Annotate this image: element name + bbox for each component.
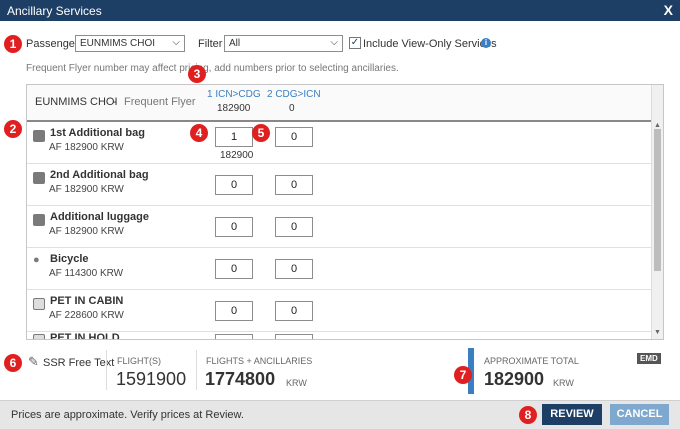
- passenger-select[interactable]: EUNMIMS CHOI ⌵: [75, 35, 185, 52]
- qty-input-segment-2[interactable]: 0: [275, 175, 313, 195]
- scroll-up-icon[interactable]: ▲: [654, 122, 661, 129]
- ancillary-name: 2nd Additional bag: [50, 169, 149, 181]
- ancillary-name: PET IN CABIN: [50, 295, 124, 307]
- segment-route-1[interactable]: 1 ICN>CDG: [207, 89, 261, 100]
- ancillary-row: PET IN HOLD: [27, 332, 651, 340]
- scroll-thumb[interactable]: [654, 129, 661, 271]
- ancillary-price: AF 228600 KRW: [49, 310, 124, 321]
- qty-input-segment-2[interactable]: 0: [275, 259, 313, 279]
- view-only-label: Include View-Only Services: [363, 38, 497, 50]
- approx-total-value: 182900: [484, 369, 545, 389]
- filter-label: Filter: [198, 38, 223, 50]
- cancel-button[interactable]: CANCEL: [610, 404, 669, 425]
- pet-icon: [33, 334, 45, 339]
- ancillary-name: 1st Additional bag: [50, 127, 145, 139]
- footer-bar: Prices are approximate. Verify prices at…: [0, 400, 680, 429]
- callout-badge-1: 1: [4, 35, 22, 53]
- callout-badge-8: 8: [519, 406, 537, 424]
- info-icon[interactable]: i: [481, 38, 491, 48]
- passenger-label: Passenger: [26, 38, 79, 50]
- qty-input-segment-2[interactable]: 0: [275, 127, 313, 147]
- filter-select[interactable]: All ⌵: [224, 35, 343, 52]
- qty-input-segment-1[interactable]: 1: [215, 127, 253, 147]
- ancillary-row: 2nd Additional bag AF 182900 KRW 0 0: [27, 164, 651, 206]
- bag-icon: [33, 214, 45, 226]
- callout-badge-5: 5: [252, 124, 270, 142]
- qty-input-segment-1[interactable]: 0: [215, 217, 253, 237]
- scroll-down-icon[interactable]: ▼: [654, 329, 661, 336]
- divider: [196, 350, 197, 390]
- bicycle-icon: ●: [33, 254, 40, 266]
- filter-select-value: All: [229, 38, 241, 49]
- ancillary-row: 1st Additional bag AF 182900 KRW 1 0 182…: [27, 122, 651, 164]
- callout-badge-3: 3: [188, 65, 206, 83]
- ancillary-name: Bicycle: [50, 253, 89, 265]
- qty-input-segment-2[interactable]: 0: [275, 301, 313, 321]
- ssr-free-text-link[interactable]: SSR Free Text: [43, 357, 114, 369]
- ancillary-price: AF 182900 KRW: [49, 142, 124, 153]
- footer-note: Prices are approximate. Verify prices at…: [11, 409, 244, 421]
- bag-icon: [33, 130, 45, 142]
- vertical-scrollbar[interactable]: ▲ ▼: [651, 85, 663, 339]
- header-passenger-name: EUNMIMS CHOI: [35, 96, 118, 108]
- ancillary-price: AF 182900 KRW: [49, 226, 124, 237]
- qty-input-segment-2[interactable]: [275, 334, 313, 339]
- view-only-checkbox[interactable]: ✓: [349, 37, 361, 49]
- ancillary-subtotal: 182900: [220, 150, 254, 161]
- pencil-icon[interactable]: ✎: [28, 354, 39, 370]
- segment-total-2: 0: [289, 103, 295, 114]
- callout-badge-4: 4: [190, 124, 208, 142]
- ancillary-price: AF 182900 KRW: [49, 184, 124, 195]
- ancillaries-panel: EUNMIMS CHOI - Frequent Flyer 1 ICN>CDG …: [26, 84, 664, 340]
- qty-input-segment-1[interactable]: 0: [215, 175, 253, 195]
- flights-ancillaries-value: 1774800: [205, 369, 276, 389]
- close-icon[interactable]: X: [664, 2, 673, 18]
- emd-badge: EMD: [637, 353, 661, 364]
- totals-bar: 6 ✎ SSR Free Text FLIGHT(S) 1591900 FLIG…: [0, 344, 680, 400]
- ancillary-row: Additional luggage AF 182900 KRW 0 0: [27, 206, 651, 248]
- passenger-header: EUNMIMS CHOI - Frequent Flyer 1 ICN>CDG …: [27, 85, 651, 122]
- ancillary-row: PET IN CABIN AF 228600 KRW 0 0: [27, 290, 651, 332]
- qty-input-segment-1[interactable]: [215, 334, 253, 339]
- frequent-flyer-label: Frequent Flyer: [124, 96, 196, 108]
- review-button[interactable]: REVIEW: [542, 404, 602, 425]
- callout-badge-7: 7: [454, 366, 472, 384]
- ancillary-row: ● Bicycle AF 114300 KRW 0 0: [27, 248, 651, 290]
- ancillary-name: PET IN HOLD: [50, 332, 120, 340]
- callout-badge-6: 6: [4, 354, 22, 372]
- frequent-flyer-note: Frequent Flyer number may affect pricing…: [26, 63, 399, 74]
- chevron-down-icon: ⌵: [330, 37, 338, 48]
- ancillary-name: Additional luggage: [50, 211, 149, 223]
- window-title: Ancillary Services: [7, 4, 102, 18]
- pet-icon: [33, 298, 45, 310]
- qty-input-segment-1[interactable]: 0: [215, 259, 253, 279]
- title-bar: Ancillary Services X: [0, 0, 680, 21]
- approx-total-label: APPROXIMATE TOTAL: [484, 356, 579, 366]
- chevron-down-icon: ⌵: [172, 37, 180, 48]
- segment-total-1: 182900: [217, 103, 251, 114]
- passenger-select-value: EUNMIMS CHOI: [80, 38, 155, 49]
- segment-route-2[interactable]: 2 CDG>ICN: [267, 89, 321, 100]
- bag-icon: [33, 172, 45, 184]
- flights-label: FLIGHT(S): [117, 356, 161, 366]
- qty-input-segment-1[interactable]: 0: [215, 301, 253, 321]
- ancillary-price: AF 114300 KRW: [49, 268, 124, 279]
- flights-ancillaries-label: FLIGHTS + ANCILLARIES: [206, 356, 313, 366]
- callout-badge-2: 2: [4, 120, 22, 138]
- divider: [106, 350, 107, 390]
- approx-total-unit: KRW: [553, 378, 574, 388]
- qty-input-segment-2[interactable]: 0: [275, 217, 313, 237]
- flights-ancillaries-unit: KRW: [286, 378, 307, 388]
- header-separator: -: [113, 96, 117, 108]
- flights-value: 1591900: [116, 369, 187, 389]
